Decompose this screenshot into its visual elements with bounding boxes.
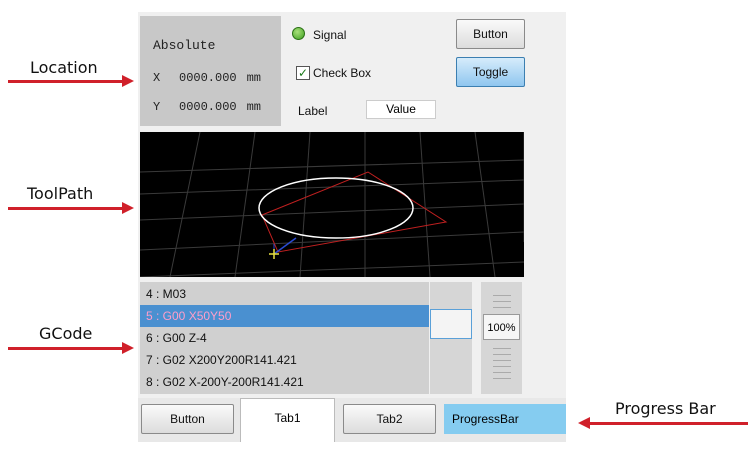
toolpath-arrow-line bbox=[8, 207, 123, 210]
slider-tick bbox=[493, 307, 511, 308]
annotation-toolpath: ToolPath bbox=[27, 184, 94, 203]
slider-tick bbox=[493, 301, 511, 302]
check-box[interactable]: ✓ bbox=[296, 66, 310, 80]
slider-tick bbox=[493, 366, 511, 367]
toolpath-grid bbox=[140, 132, 524, 277]
slider-tick bbox=[493, 360, 511, 361]
x-position-row: X 0000.000 mm bbox=[153, 71, 261, 85]
location-panel: Absolute X 0000.000 mm Y 0000.000 mm bbox=[140, 16, 281, 126]
toolpath-arrow-head bbox=[122, 202, 134, 214]
value-field[interactable]: Value bbox=[366, 100, 436, 119]
toggle-button[interactable]: Toggle bbox=[456, 57, 525, 87]
tab-1[interactable]: Tab1 bbox=[240, 398, 335, 442]
annotation-location: Location bbox=[30, 58, 98, 77]
gcode-line[interactable]: 6 : G00 Z-4 bbox=[140, 327, 429, 349]
x-axis-indicator bbox=[273, 237, 297, 255]
location-arrow-line bbox=[8, 80, 123, 83]
gcode-scrollbar-thumb[interactable] bbox=[430, 309, 472, 339]
annotation-progress-bar: Progress Bar bbox=[615, 399, 716, 418]
x-position-value: 0000.000 bbox=[179, 71, 237, 85]
y-position-row: Y 0000.000 mm bbox=[153, 100, 261, 114]
tab-2[interactable]: Tab2 bbox=[343, 404, 436, 434]
x-unit: mm bbox=[246, 71, 262, 85]
annotation-gcode: GCode bbox=[39, 324, 93, 343]
gcode-line[interactable]: 8 : G02 X-200Y-200R141.421 bbox=[140, 371, 429, 393]
location-arrow-head bbox=[122, 75, 134, 87]
cnc-control-app: Absolute X 0000.000 mm Y 0000.000 mm Signal … bbox=[138, 12, 566, 442]
gcode-arrow-line bbox=[8, 347, 123, 350]
slider-value-thumb[interactable]: 100% bbox=[483, 314, 520, 340]
location-title: Absolute bbox=[153, 38, 216, 53]
toolpath-view[interactable] bbox=[140, 132, 524, 277]
progress-arrow-line bbox=[590, 422, 748, 425]
gcode-line-selected[interactable]: 5 : G00 X50Y50 bbox=[140, 305, 429, 327]
toolpath-canvas bbox=[140, 132, 524, 277]
gcode-line[interactable]: 7 : G02 X200Y200R141.421 bbox=[140, 349, 429, 371]
check-box-label: Check Box bbox=[313, 66, 372, 80]
gcode-line[interactable]: 4 : M03 bbox=[140, 283, 429, 305]
button[interactable]: Button bbox=[456, 19, 525, 49]
signal-led-icon bbox=[292, 27, 305, 40]
slider-tick bbox=[493, 354, 511, 355]
y-position-value: 0000.000 bbox=[179, 100, 237, 114]
bottom-button[interactable]: Button bbox=[141, 404, 234, 434]
y-axis-label: Y bbox=[153, 100, 161, 114]
progress-bar: ProgressBar bbox=[444, 404, 566, 434]
progress-arrow-head bbox=[578, 417, 590, 429]
slider-tick bbox=[493, 348, 511, 349]
gcode-arrow-head bbox=[122, 342, 134, 354]
x-axis-label: X bbox=[153, 71, 161, 85]
signal-label: Signal bbox=[313, 28, 347, 42]
slider-tick bbox=[493, 295, 511, 296]
gcode-list[interactable]: 4 : M03 5 : G00 X50Y50 6 : G00 Z-4 7 : G… bbox=[140, 282, 429, 394]
y-unit: mm bbox=[246, 100, 262, 114]
slider-tick bbox=[493, 372, 511, 373]
slider-tick bbox=[493, 378, 511, 379]
field-label: Label bbox=[298, 104, 328, 118]
